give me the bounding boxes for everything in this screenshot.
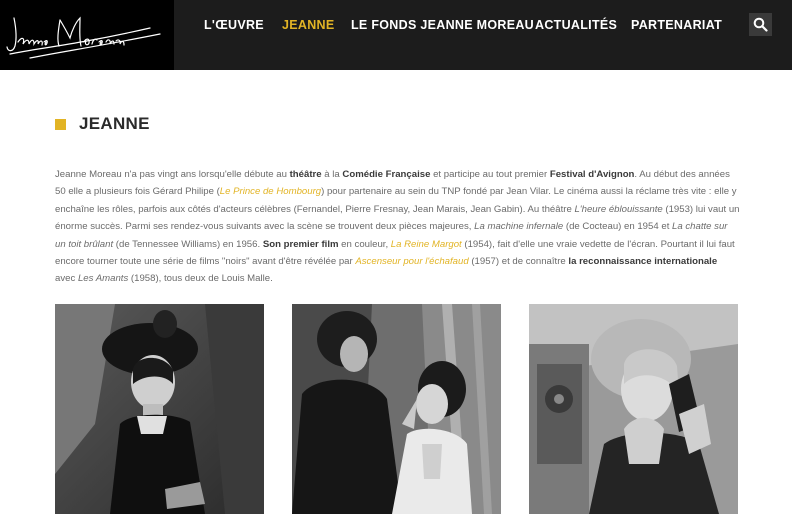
title-square-marker <box>55 119 66 130</box>
photo-woman-on-phone[interactable] <box>529 304 738 514</box>
bold-theatre: théâtre <box>289 169 322 180</box>
link-ascenseur-echafaud[interactable]: Ascenseur pour l'échafaud <box>355 256 468 267</box>
italic-les-amants: Les Amants <box>77 273 129 285</box>
intro-paragraph: Jeanne Moreau n'a pas vingt ans lorsqu'e… <box>55 169 740 285</box>
link-prince-de-hombourg[interactable]: Le Prince de Hombourg <box>220 186 321 197</box>
italic-heure-eblouissante: L'heure éblouissante <box>574 203 663 215</box>
bold-festival-avignon: Festival d'Avignon <box>549 169 635 180</box>
film-still-image <box>55 304 264 514</box>
link-reine-margot[interactable]: La Reine Margot <box>391 239 462 250</box>
signature-logo-icon <box>6 16 161 59</box>
nav-item-partenariat[interactable]: PARTENARIAT <box>631 18 722 32</box>
search-button[interactable] <box>749 13 772 36</box>
bold-comedie-francaise: Comédie Française <box>342 169 431 180</box>
photo-two-women[interactable] <box>292 304 501 514</box>
page-title: JEANNE <box>79 114 150 133</box>
film-still-image <box>529 304 738 514</box>
bold-premier-film: Son premier film <box>262 238 339 250</box>
nav-item-jeanne[interactable]: JEANNE <box>282 18 335 32</box>
bold-reconnaissance-internationale: la reconnaissance internationale <box>568 256 718 268</box>
top-navigation-bar: L'ŒUVRE JEANNE LE FONDS JEANNE MOREAU AC… <box>0 0 792 70</box>
nav-item-oeuvre[interactable]: L'ŒUVRE <box>204 18 264 32</box>
nav-item-fonds-jeanne-moreau[interactable]: LE FONDS JEANNE MOREAU <box>351 18 534 32</box>
site-logo[interactable] <box>0 0 174 70</box>
search-icon <box>753 17 768 32</box>
photo-woman-in-hat[interactable] <box>55 304 264 514</box>
film-still-image <box>292 304 501 514</box>
nav-item-actualites[interactable]: ACTUALITÉS <box>535 18 617 32</box>
italic-machine-infernale: La machine infernale <box>474 221 564 233</box>
